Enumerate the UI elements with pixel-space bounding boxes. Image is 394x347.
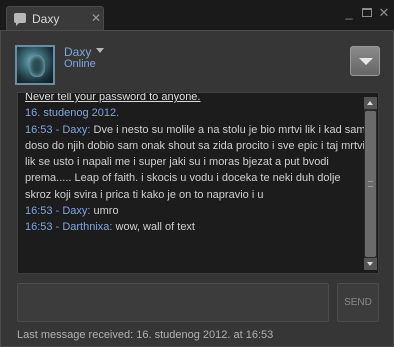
chat-date: 16. studenog 2012. [25, 107, 120, 120]
message-time: 16:53 [25, 205, 53, 218]
window-close-button[interactable]: ✕ [377, 5, 391, 21]
chat-bubble-icon [14, 13, 26, 26]
chat-tab[interactable]: Daxy ✕ [6, 6, 104, 30]
friend-name[interactable]: Daxy [64, 45, 91, 59]
chevron-down-icon[interactable] [96, 48, 104, 53]
tab-close-icon[interactable]: ✕ [91, 11, 101, 25]
scroll-down-arrow-icon[interactable] [364, 258, 377, 270]
send-button[interactable]: SEND [337, 283, 379, 322]
title-bar: Daxy ✕ _ ✕ [0, 0, 394, 30]
tab-title: Daxy [32, 12, 60, 26]
message-time: 16:53 [25, 221, 53, 234]
message-sender[interactable]: Darthnixa [62, 221, 109, 233]
scrollbar-thumb[interactable] [365, 111, 376, 257]
chat-log[interactable]: Never tell your password to anyone. 16. … [17, 92, 379, 274]
minimize-button[interactable]: _ [342, 5, 356, 20]
message-sender[interactable]: Daxy [62, 124, 87, 136]
chat-message: 16:53 - Daxy: umro [25, 205, 119, 218]
chat-message: 16:53 - Darthnixa: wow, wall of text [25, 221, 195, 234]
message-time: 16:53 [25, 123, 53, 136]
dropdown-arrow-icon [359, 58, 373, 65]
maximize-button[interactable] [360, 5, 374, 20]
chat-options-button[interactable] [350, 46, 380, 76]
chat-scrollbar[interactable] [364, 97, 377, 270]
message-input[interactable] [17, 283, 329, 322]
avatar[interactable] [15, 45, 55, 85]
grip-icon [368, 181, 373, 187]
scroll-up-arrow-icon[interactable] [364, 97, 377, 109]
password-warning: Never tell your password to anyone. [25, 92, 201, 103]
message-text: umro [93, 205, 119, 218]
last-message-status: Last message received: 16. studenog 2012… [17, 329, 274, 341]
chat-log-text: Never tell your password to anyone. 16. … [25, 93, 367, 236]
friend-status: Online [64, 58, 96, 70]
maximize-icon [362, 8, 372, 17]
avatar-image [29, 55, 45, 77]
message-text: wow, wall of text [115, 221, 195, 234]
message-sender[interactable]: Daxy [62, 205, 87, 217]
chat-message: 16:53 - Daxy: Dve i nesto su molile a na… [25, 123, 366, 201]
